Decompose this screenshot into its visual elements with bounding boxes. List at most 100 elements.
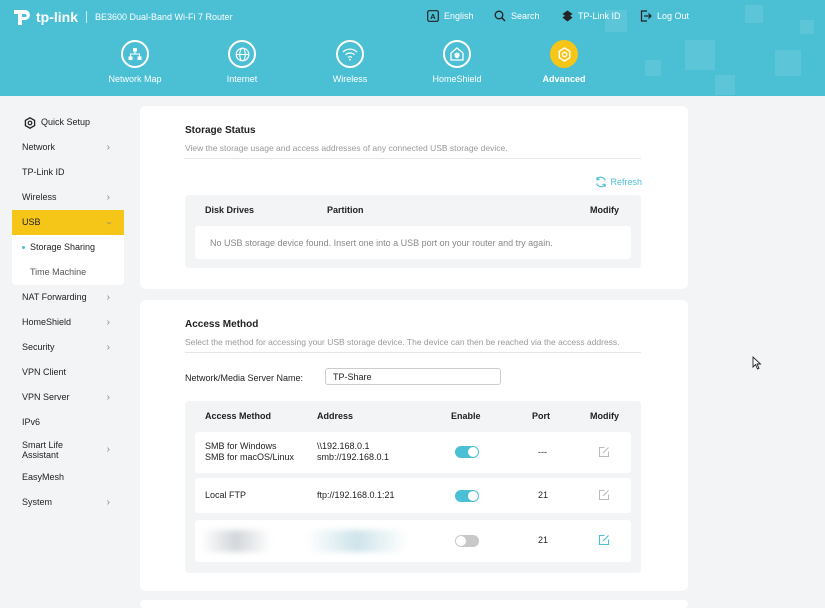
toggle-knob <box>456 536 466 546</box>
nav-label: HomeShield <box>432 74 482 84</box>
sidebar-subitem-storage-sharing[interactable]: Storage Sharing <box>12 235 124 260</box>
access-method-cell: SMB for Windows SMB for macOS/Linux <box>205 441 294 463</box>
edit-icon[interactable] <box>598 534 610 546</box>
nav-network-map[interactable]: Network Map <box>90 40 180 84</box>
column-header: Modify <box>590 205 619 215</box>
nav-label: Advanced <box>542 74 586 84</box>
chevron-right-icon: › <box>106 342 110 353</box>
divider <box>185 352 641 353</box>
access-method-name: SMB for Windows <box>205 441 277 451</box>
search-label: Search <box>511 11 540 21</box>
access-method-name: SMB for macOS/Linux <box>205 452 295 462</box>
storage-table: Disk Drives Partition Modify No USB stor… <box>185 195 641 268</box>
gear-icon <box>550 40 578 68</box>
section-title: Access Method <box>185 319 259 330</box>
sidebar-item-smart-life[interactable]: Smart Life Assistant › <box>12 435 124 465</box>
nav-advanced[interactable]: Advanced <box>519 40 609 84</box>
tplink-logo[interactable]: tp-link BE3600 Dual-Band Wi-Fi 7 Router <box>12 7 233 27</box>
selected-dot <box>22 246 25 249</box>
tplink-logo-icon <box>14 10 30 25</box>
media-enable-toggle[interactable] <box>455 535 479 547</box>
chevron-right-icon: › <box>106 497 110 508</box>
sidebar-item-ipv6[interactable]: IPv6 <box>12 410 124 435</box>
blurred-method <box>201 530 271 552</box>
port-value: 21 <box>538 490 549 500</box>
nav-internet[interactable]: Internet <box>197 40 287 84</box>
sidebar-item-vpn-client[interactable]: VPN Client <box>12 360 124 385</box>
sidebar-item-label: NAT Forwarding <box>22 292 87 302</box>
port-value: --- <box>538 447 547 457</box>
sidebar-item-label: TP-Link ID <box>22 167 65 177</box>
chevron-down-icon: › <box>103 221 115 225</box>
section-description: View the storage usage and access addres… <box>185 143 508 153</box>
column-header: Disk Drives <box>205 205 255 215</box>
logout-icon <box>640 10 652 22</box>
sidebar-item-label: VPN Client <box>22 367 67 377</box>
edit-icon[interactable] <box>598 489 610 501</box>
sidebar-item-label: USB <box>22 217 41 227</box>
access-method-name: Local FTP <box>205 490 247 500</box>
sidebar-item-vpn-server[interactable]: VPN Server › <box>12 385 124 410</box>
sidebar-item-easymesh[interactable]: EasyMesh <box>12 465 124 490</box>
language-icon: A <box>427 10 439 22</box>
nav-label: Wireless <box>332 74 368 84</box>
nav-label: Internet <box>226 74 258 84</box>
address-value: smb://192.168.0.1 <box>317 452 390 462</box>
divider <box>185 158 641 159</box>
storage-status-card: Storage Status View the storage usage an… <box>140 106 688 289</box>
sidebar-subitem-label: Time Machine <box>30 267 87 277</box>
sidebar-item-label: Security <box>22 342 55 352</box>
chevron-right-icon: › <box>106 192 110 203</box>
chevron-right-icon: › <box>106 317 110 328</box>
toggle-knob <box>468 491 478 501</box>
logout-link[interactable]: Log Out <box>640 10 689 22</box>
next-card <box>140 600 688 608</box>
sidebar-subitem-label: Storage Sharing <box>30 242 96 252</box>
edit-icon[interactable] <box>598 446 610 458</box>
tplink-id-link[interactable]: TP-Link ID <box>562 10 621 22</box>
sidebar-item-security[interactable]: Security › <box>12 335 124 360</box>
blurred-address <box>307 530 407 552</box>
sidebar-item-label: Smart Life <box>22 440 64 450</box>
sidebar-item-system[interactable]: System › <box>12 490 124 515</box>
chevron-right-icon: › <box>106 292 110 303</box>
sidebar-item-label: VPN Server <box>22 392 70 402</box>
sidebar-item-wireless[interactable]: Wireless › <box>12 185 124 210</box>
sidebar-item-label: IPv6 <box>22 417 41 427</box>
network-map-icon <box>121 40 149 68</box>
nav-wireless[interactable]: Wireless <box>305 40 395 84</box>
server-name-input[interactable] <box>325 368 501 385</box>
logout-label: Log Out <box>657 11 690 21</box>
sidebar-item-label: EasyMesh <box>22 472 65 482</box>
mouse-cursor-icon <box>752 356 762 370</box>
sidebar-subitem-time-machine[interactable]: Time Machine <box>12 260 124 285</box>
table-row: SMB for Windows SMB for macOS/Linux \\19… <box>195 432 631 473</box>
column-header: Partition <box>327 205 364 215</box>
sidebar-item-network[interactable]: Network › <box>12 135 124 160</box>
sidebar-item-nat-forwarding[interactable]: NAT Forwarding › <box>12 285 124 310</box>
server-name-label: Network/Media Server Name: <box>185 373 304 383</box>
table-row: Local FTP ftp://192.168.0.1:21 21 <box>195 478 631 513</box>
column-header: Access Method <box>205 411 272 421</box>
address-value: ftp://192.168.0.1:21 <box>317 490 395 500</box>
section-title: Storage Status <box>185 125 256 136</box>
smb-enable-toggle[interactable] <box>455 446 479 458</box>
sidebar-item-usb[interactable]: USB › <box>12 210 124 235</box>
sidebar-item-quick-setup[interactable]: Quick Setup <box>12 110 124 135</box>
search-link[interactable]: Search <box>494 10 540 22</box>
sidebar-item-label: Wireless <box>22 192 57 202</box>
refresh-button[interactable]: Refresh <box>595 176 642 188</box>
table-row: 21 <box>195 520 631 562</box>
nav-homeshield[interactable]: HomeShield <box>412 40 502 84</box>
chevron-right-icon: › <box>106 444 110 455</box>
sidebar-item-tplink-id[interactable]: TP-Link ID <box>12 160 124 185</box>
address-value: \\192.168.0.1 <box>317 441 370 451</box>
sidebar-item-homeshield[interactable]: HomeShield › <box>12 310 124 335</box>
search-icon <box>494 10 506 22</box>
toggle-knob <box>468 447 478 457</box>
access-method-card: Access Method Select the method for acce… <box>140 300 688 591</box>
ftp-enable-toggle[interactable] <box>455 490 479 502</box>
logo-separator <box>86 11 87 23</box>
language-link[interactable]: A English <box>427 10 474 22</box>
sidebar-item-label: System <box>22 497 53 507</box>
